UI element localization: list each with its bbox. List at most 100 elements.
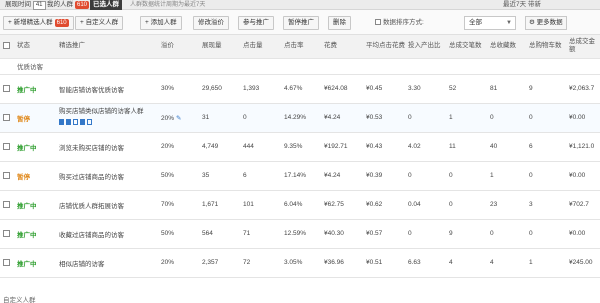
col-header[interactable]: 总成交金额 — [566, 35, 600, 59]
period-selector[interactable]: 最近7天 带新 — [503, 0, 541, 10]
status-badge[interactable]: 暂停 — [17, 174, 30, 181]
impr-cell: 564 — [199, 219, 240, 249]
cost-cell: ¥62.75 — [321, 190, 363, 220]
table-row[interactable]: 推广中 店铺优质人群拓展访客 70% 1,671 101 6.04% ¥62.75 ¥0.62… — [0, 190, 600, 220]
row-checkbox[interactable] — [3, 258, 10, 266]
cart-cell: 9 — [526, 74, 566, 104]
col-header[interactable]: 点击率 — [281, 35, 321, 59]
modify-premium-button[interactable]: 修改溢价 — [193, 16, 229, 30]
crowd-name[interactable]: 店铺优质人群拓展访客 — [59, 203, 124, 210]
row-checkbox[interactable] — [3, 171, 10, 179]
gmv-cell: ¥0.00 — [566, 103, 600, 133]
status-badge[interactable]: 推广中 — [17, 145, 37, 152]
select-all-checkbox[interactable] — [3, 42, 10, 50]
stats-tip: 人群数据统计周期为最近7天 — [130, 2, 206, 8]
premium-cell[interactable]: 20% — [158, 248, 199, 278]
tab-library[interactable]: 我的人群 610 — [44, 0, 92, 10]
col-header[interactable]: 总成交笔数 — [446, 35, 487, 59]
premium-cell[interactable]: 20% — [158, 132, 199, 162]
tab-selected[interactable]: 已选人群 — [90, 0, 122, 10]
pencil-icon[interactable]: ✎ — [176, 115, 181, 122]
premium-value: 20% — [161, 114, 175, 122]
crowd-name[interactable]: 相似店铺的访客 — [59, 261, 105, 268]
col-header[interactable]: 精选推广 — [56, 35, 158, 59]
copy-icon[interactable] — [87, 119, 92, 126]
add-featured-crowd-button[interactable]: + 新增精选人群 610 — [3, 16, 74, 30]
add-featured-crowd-label: + 新增精选人群 — [8, 19, 53, 26]
crowd-name-cell: 购买店铺类似店铺的访客人群 — [56, 103, 158, 133]
start-promotion-button[interactable]: 参与推广 — [238, 16, 274, 30]
crowd-name[interactable]: 购买过店铺商品的访客 — [59, 174, 124, 181]
crowd-table: 状态 精选推广 溢价 展现量 点击量 点击率 花费 平均点击花费 投入产出比 总… — [0, 35, 600, 278]
table-row[interactable]: 推广中 相似店铺的访客 20% 2,357 72 3.05% ¥36.96 ¥0.51 6.63… — [0, 248, 600, 278]
col-header[interactable]: 平均点击花费 — [363, 35, 405, 59]
cpc-cell: ¥0.39 — [363, 161, 405, 191]
col-header[interactable]: 状态 — [14, 35, 56, 59]
table-row[interactable]: 暂停 购买过店铺商品的访客 50% 35 6 17.14% ¥4.24 ¥0.39 0 0 1 0 ¥0… — [0, 161, 600, 191]
orders-cell: 0 — [446, 190, 487, 220]
custom-crowd-section-label: 自定义人群 — [3, 297, 36, 303]
row-checkbox[interactable] — [3, 142, 10, 150]
col-header[interactable]: 点击量 — [240, 35, 281, 59]
cpc-cell: ¥0.53 — [363, 103, 405, 133]
orders-cell: 52 — [446, 74, 487, 104]
delete-button[interactable]: 删除 — [328, 16, 351, 30]
crowd-name[interactable]: 浏览未购买店铺的访客 — [59, 145, 124, 152]
status-badge[interactable]: 推广中 — [17, 87, 37, 94]
chart-icon[interactable] — [59, 119, 64, 126]
favs-cell: 0 — [487, 219, 526, 249]
table-row[interactable]: 暂停 购买店铺类似店铺的访客人群 20% ✎ 31 0 14.29% ¥4.24 ¥0.53 0 1… — [0, 103, 600, 133]
crowd-name[interactable]: 购买店铺类似店铺的访客人群 — [59, 108, 144, 115]
cart-cell: 1 — [526, 248, 566, 278]
crowd-name[interactable]: 收藏过店铺商品的访客 — [59, 232, 124, 239]
premium-cell[interactable]: 70% — [158, 190, 199, 220]
crowd-name-cell: 收藏过店铺商品的访客 — [56, 219, 158, 249]
sort-checkbox[interactable] — [375, 19, 381, 26]
status-cell: 推广中 — [14, 132, 56, 162]
col-header[interactable]: 花费 — [321, 35, 363, 59]
pause-promotion-button[interactable]: 暂停推广 — [283, 16, 319, 30]
status-badge[interactable]: 推广中 — [17, 203, 37, 210]
custom-crowd-button[interactable]: + 自定义人群 — [75, 16, 124, 30]
premium-cell[interactable]: 20% ✎ — [158, 103, 199, 133]
add-crowd-button[interactable]: + 添加人群 — [140, 16, 182, 30]
premium-cell[interactable]: 50% — [158, 219, 199, 249]
status-badge[interactable]: 推广中 — [17, 232, 37, 239]
status-cell: 推广中 — [14, 74, 56, 104]
roi-cell: 3.30 — [405, 74, 446, 104]
more-data-button[interactable]: ⚙ 更多数据 — [525, 16, 567, 30]
favs-cell: 0 — [487, 103, 526, 133]
delete-icon[interactable] — [73, 119, 78, 126]
premium-value: 50% — [161, 230, 175, 237]
status-badge[interactable]: 暂停 — [17, 116, 30, 123]
crowd-name[interactable]: 智能店铺访客优质访客 — [59, 87, 124, 94]
filter-select[interactable]: 全部 ▼ — [464, 16, 516, 30]
table-row[interactable]: 推广中 浏览未购买店铺的访客 20% 4,749 444 9.35% ¥192.71 ¥0.4… — [0, 132, 600, 162]
report-icon[interactable] — [66, 119, 71, 126]
status-badge[interactable]: 推广中 — [17, 261, 37, 268]
col-header[interactable]: 展现量 — [199, 35, 240, 59]
cost-cell: ¥4.24 — [321, 161, 363, 191]
ctr-cell: 17.14% — [281, 161, 321, 191]
cart-cell: 0 — [526, 161, 566, 191]
sort-filter: 数据排序方式: — [375, 16, 424, 30]
col-header[interactable]: 总购物车数 — [526, 35, 566, 59]
period-tab[interactable]: 展现时间 41 — [2, 0, 49, 10]
row-checkbox[interactable] — [3, 84, 10, 92]
col-header[interactable]: 溢价 — [158, 35, 199, 59]
col-header[interactable]: 总收藏数 — [487, 35, 526, 59]
row-checkbox[interactable] — [3, 200, 10, 208]
crowd-name-cell: 相似店铺的访客 — [56, 248, 158, 278]
row-checkbox[interactable] — [3, 229, 10, 237]
col-header[interactable]: 投入产出比 — [405, 35, 446, 59]
table-row[interactable]: 推广中 收藏过店铺商品的访客 50% 564 71 12.59% ¥40.30 ¥0.57 0 9… — [0, 219, 600, 249]
row-checkbox[interactable] — [3, 113, 10, 121]
edit-icon[interactable] — [80, 119, 85, 126]
premium-cell[interactable]: 30% — [158, 74, 199, 104]
ctr-cell: 3.05% — [281, 248, 321, 278]
table-row[interactable]: 推广中 智能店铺访客优质访客 30% 29,650 1,393 4.67% ¥624.08 ¥… — [0, 74, 600, 104]
orders-cell: 11 — [446, 132, 487, 162]
premium-cell[interactable]: 50% — [158, 161, 199, 191]
gmv-cell: ¥1,121.0 — [566, 132, 600, 162]
orders-cell: 9 — [446, 219, 487, 249]
